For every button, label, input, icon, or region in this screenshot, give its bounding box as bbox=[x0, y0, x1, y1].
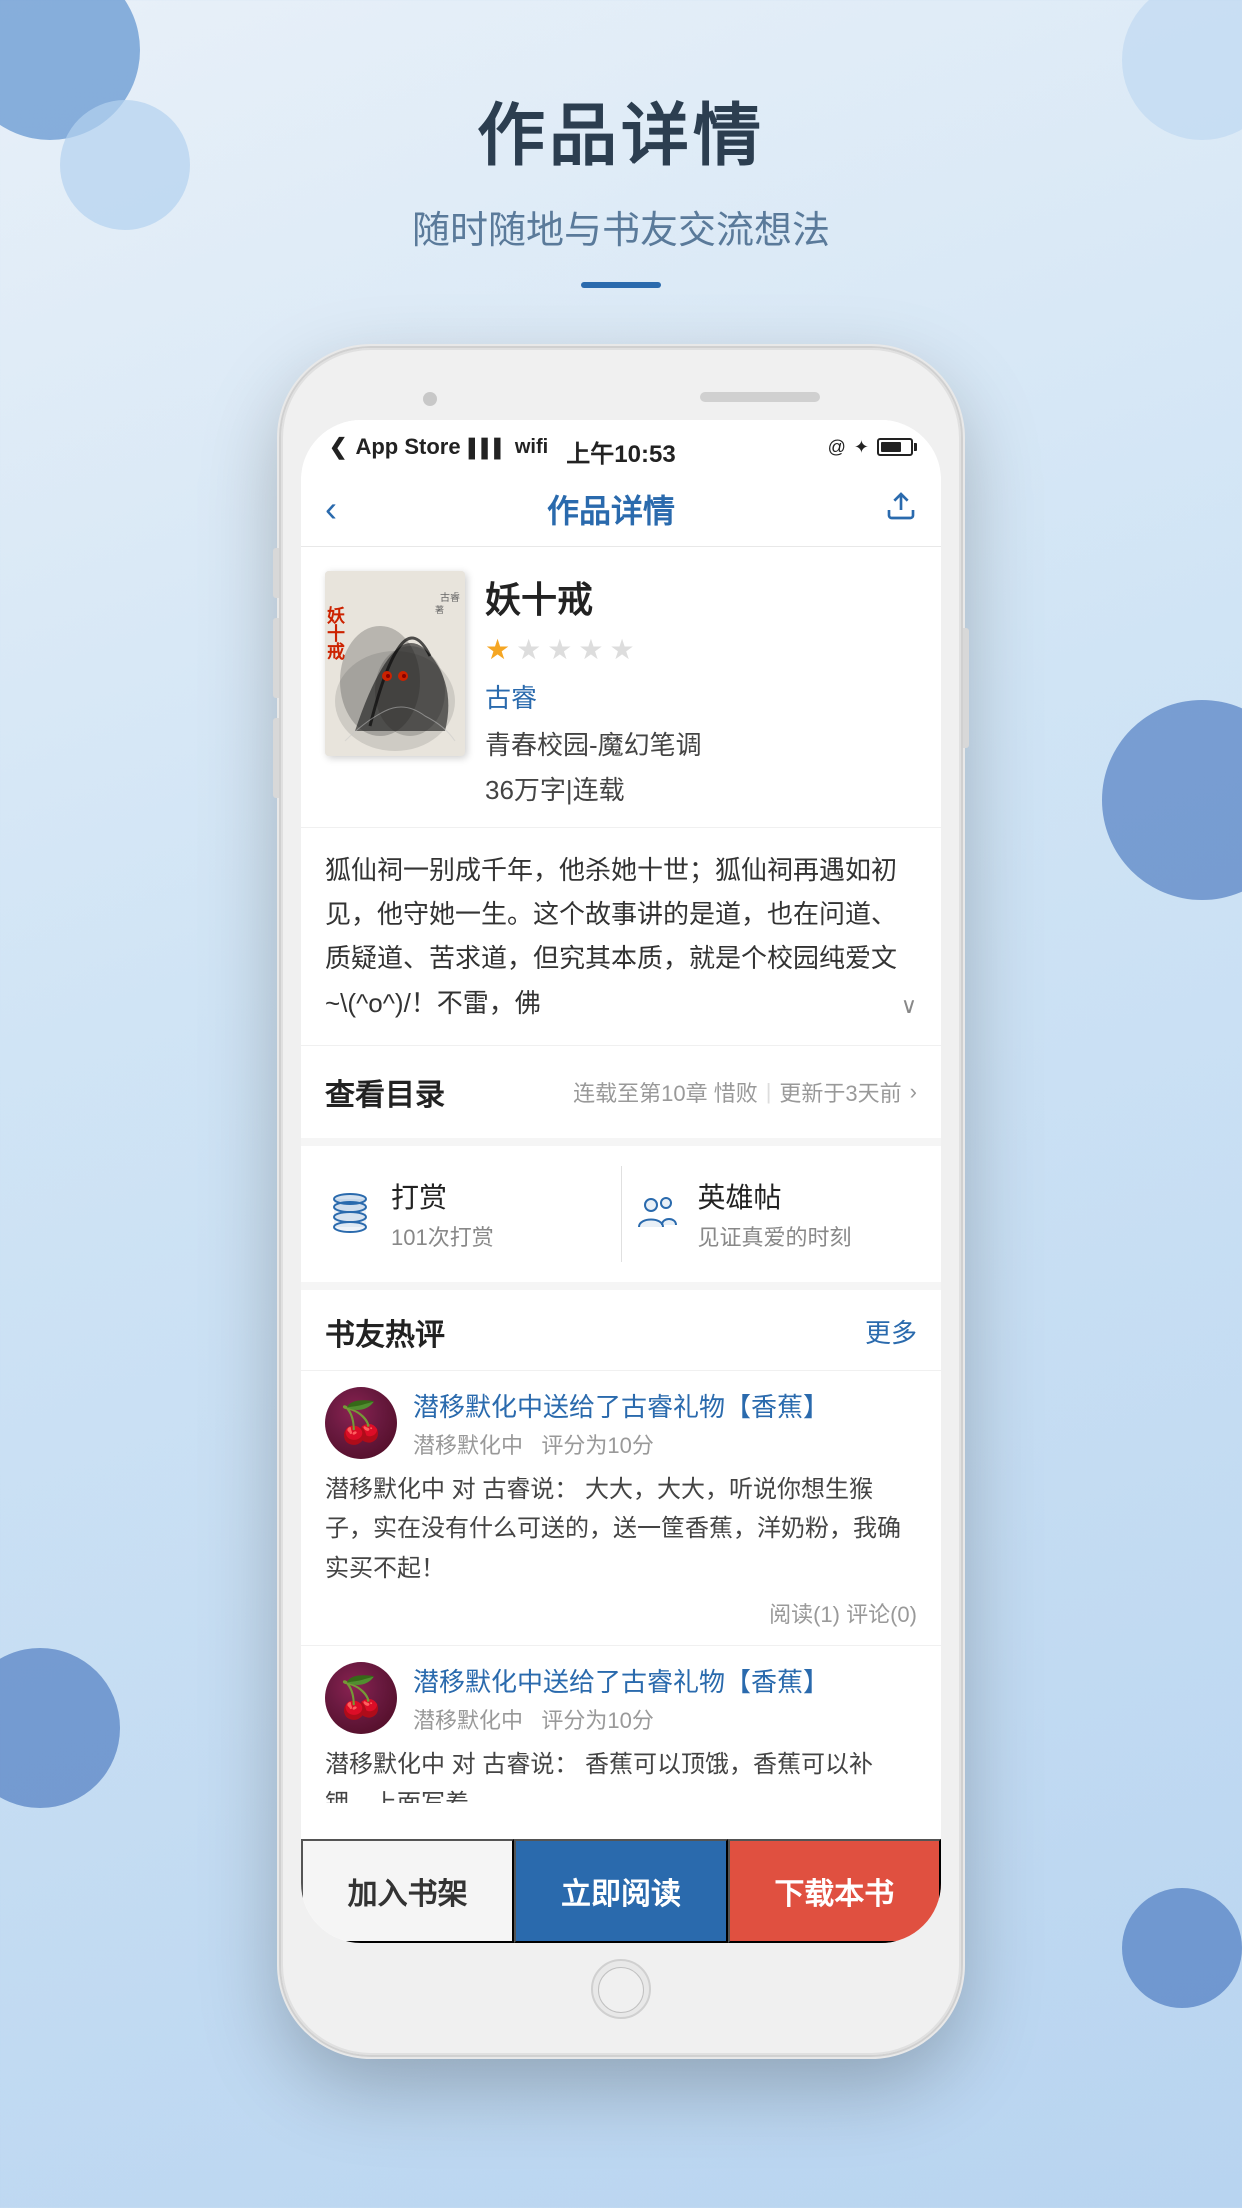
description-expand-icon[interactable]: ∨ bbox=[901, 987, 917, 1024]
chapter-section[interactable]: 查看目录 连载至第10章 惜败 | 更新于3天前 › bbox=[301, 1046, 941, 1146]
book-genre: 青春校园-魔幻笔调 bbox=[485, 725, 917, 762]
phone-volume-up-btn bbox=[273, 548, 279, 598]
svg-text:著: 著 bbox=[435, 604, 444, 615]
carrier-name: App Store bbox=[355, 434, 460, 460]
review-2-title-block: 潜移默化中送给了古睿礼物【香蕉】 潜移默化中 评分为10分 bbox=[413, 1662, 917, 1735]
status-right: @ ✦ bbox=[828, 437, 913, 458]
phone-screen: ❮ App Store ▌▌▌ wifi 上午10:53 @ ✦ bbox=[301, 420, 941, 1943]
review-1-user-score: 潜移默化中 评分为10分 bbox=[413, 1428, 917, 1460]
review-2-user-score: 潜移默化中 评分为10分 bbox=[413, 1703, 917, 1735]
chapter-divider: | bbox=[766, 1079, 772, 1105]
current-chapter: 连载至第10章 惜败 bbox=[573, 1076, 758, 1108]
review-1-content: 潜移默化中 对 古睿说： 大大，大大，听说你想生猴子，实在没有什么可送的，送一筐… bbox=[325, 1470, 917, 1589]
hero-post-action[interactable]: 英雄帖 见证真爱的时刻 bbox=[632, 1166, 918, 1262]
review-1-header: 潜移默化中送给了古睿礼物【香蕉】 潜移默化中 评分为10分 bbox=[325, 1387, 917, 1460]
signal-icon: ▌▌▌ bbox=[469, 434, 507, 460]
review-2-title[interactable]: 潜移默化中送给了古睿礼物【香蕉】 bbox=[413, 1662, 917, 1699]
review-item-2: 潜移默化中送给了古睿礼物【香蕉】 潜移默化中 评分为10分 潜移默化中 对 古睿… bbox=[301, 1645, 941, 1819]
review-1-footer: 阅读(1) 评论(0) bbox=[325, 1597, 917, 1629]
tip-action[interactable]: 打赏 101次打赏 bbox=[325, 1166, 611, 1262]
action-section: 打赏 101次打赏 bbox=[301, 1146, 941, 1290]
tip-text: 打赏 101次打赏 bbox=[391, 1176, 494, 1252]
chapter-info: 连载至第10章 惜败 | 更新于3天前 › bbox=[573, 1076, 917, 1108]
tip-main-label: 打赏 bbox=[391, 1176, 494, 1216]
book-title: 妖十戒 bbox=[485, 571, 917, 623]
chapter-arrow-icon: › bbox=[910, 1079, 917, 1105]
review-2-score: 评分为10分 bbox=[541, 1708, 653, 1733]
action-divider bbox=[621, 1166, 622, 1262]
reviews-title: 书友热评 bbox=[325, 1310, 445, 1354]
review-1-title-block: 潜移默化中送给了古睿礼物【香蕉】 潜移默化中 评分为10分 bbox=[413, 1387, 917, 1460]
hero-post-icon-wrap bbox=[632, 1189, 682, 1239]
nav-bar: ‹ 作品详情 bbox=[301, 476, 941, 547]
description-text: 狐仙祠一别成千年，他杀她十世；狐仙祠再遇如初见，他守她一生。这个故事讲的是道，也… bbox=[325, 848, 917, 1025]
star-rating: ★ ★ ★ ★ ★ bbox=[485, 633, 917, 666]
star-1: ★ bbox=[485, 633, 510, 666]
phone-volume-down-btn bbox=[273, 618, 279, 698]
battery-icon bbox=[877, 438, 913, 456]
star-2: ★ bbox=[516, 633, 541, 666]
book-description: 狐仙祠一别成千年，他杀她十世；狐仙祠再遇如初见，他守她一生。这个故事讲的是道，也… bbox=[301, 828, 941, 1046]
status-time: 上午10:53 bbox=[566, 434, 675, 469]
review-1-comments: 评论(0) bbox=[846, 1602, 917, 1627]
author-name[interactable]: 古睿 bbox=[485, 678, 917, 715]
reviews-more-link[interactable]: 更多 bbox=[865, 1313, 917, 1350]
review-2-username: 潜移默化中 bbox=[413, 1708, 523, 1733]
nav-back-button[interactable]: ‹ bbox=[325, 488, 337, 530]
book-info-section: 妖十戒 古睿 著 妖十戒 ★ ★ ★ ★ ★ 古睿 青春校园-魔幻笔 bbox=[301, 547, 941, 828]
review-1-reads: 阅读(1) bbox=[769, 1602, 840, 1627]
star-3: ★ bbox=[547, 633, 572, 666]
phone-speaker bbox=[700, 392, 820, 402]
page-header: 作品详情 随时随地与书友交流想法 bbox=[0, 0, 1242, 288]
back-to-carrier: ❮ bbox=[329, 434, 347, 460]
tip-icon-wrap bbox=[325, 1189, 375, 1239]
bluetooth-icon: ✦ bbox=[854, 437, 869, 458]
book-meta: 妖十戒 ★ ★ ★ ★ ★ 古睿 青春校园-魔幻笔调 36万字|连载 bbox=[485, 571, 917, 807]
hero-post-sub-label: 见证真爱的时刻 bbox=[698, 1220, 852, 1252]
page-subtitle: 随时随地与书友交流想法 bbox=[0, 199, 1242, 254]
review-1-username: 潜移默化中 bbox=[413, 1433, 523, 1458]
phone-front-camera bbox=[423, 392, 437, 406]
battery-fill bbox=[881, 442, 901, 452]
status-bar: ❮ App Store ▌▌▌ wifi 上午10:53 @ ✦ bbox=[301, 420, 941, 476]
reviews-header: 书友热评 更多 bbox=[301, 1290, 941, 1370]
svg-text:妖十戒: 妖十戒 bbox=[325, 605, 345, 661]
book-cover: 妖十戒 古睿 著 bbox=[325, 571, 465, 756]
read-now-button[interactable]: 立即阅读 bbox=[514, 1839, 727, 1943]
star-4: ★ bbox=[578, 633, 603, 666]
review-1-avatar bbox=[325, 1387, 397, 1459]
star-5: ★ bbox=[609, 633, 634, 666]
review-item-1: 潜移默化中送给了古睿礼物【香蕉】 潜移默化中 评分为10分 潜移默化中 对 古睿… bbox=[301, 1370, 941, 1645]
reviews-section: 书友热评 更多 bbox=[301, 1290, 941, 1839]
status-left: ❮ App Store ▌▌▌ wifi bbox=[329, 434, 548, 460]
download-button[interactable]: 下载本书 bbox=[728, 1839, 941, 1943]
phone-mockup: ❮ App Store ▌▌▌ wifi 上午10:53 @ ✦ bbox=[281, 348, 961, 2055]
title-divider bbox=[581, 282, 661, 288]
phone-power-btn bbox=[963, 628, 969, 748]
review-1-score: 评分为10分 bbox=[541, 1433, 653, 1458]
nav-title: 作品详情 bbox=[547, 486, 675, 532]
phone-wrapper: ❮ App Store ▌▌▌ wifi 上午10:53 @ ✦ bbox=[0, 348, 1242, 2055]
tip-sub-label: 101次打赏 bbox=[391, 1220, 494, 1252]
update-time: 更新于3天前 bbox=[779, 1076, 901, 1108]
add-shelf-button[interactable]: 加入书架 bbox=[301, 1839, 514, 1943]
review-2-content: 潜移默化中 对 古睿说： 香蕉可以顶饿，香蕉可以补钾，上面写着… bbox=[325, 1745, 917, 1803]
review-2-header: 潜移默化中送给了古睿礼物【香蕉】 潜移默化中 评分为10分 bbox=[325, 1662, 917, 1735]
review-1-title[interactable]: 潜移默化中送给了古睿礼物【香蕉】 bbox=[413, 1387, 917, 1424]
location-icon: @ bbox=[828, 437, 846, 458]
review-2-avatar bbox=[325, 1662, 397, 1734]
phone-home-button[interactable] bbox=[591, 1959, 651, 2019]
chapter-label: 查看目录 bbox=[325, 1070, 445, 1114]
svg-text:古睿: 古睿 bbox=[440, 591, 460, 604]
wifi-icon: wifi bbox=[515, 436, 548, 459]
hero-post-text: 英雄帖 见证真爱的时刻 bbox=[698, 1176, 852, 1252]
book-wordcount: 36万字|连载 bbox=[485, 770, 917, 807]
hero-post-main-label: 英雄帖 bbox=[698, 1176, 852, 1216]
page-main-title: 作品详情 bbox=[0, 80, 1242, 179]
bottom-action-bar: 加入书架 立即阅读 下载本书 bbox=[301, 1839, 941, 1943]
phone-silent-btn bbox=[273, 718, 279, 798]
nav-share-button[interactable] bbox=[885, 490, 917, 529]
